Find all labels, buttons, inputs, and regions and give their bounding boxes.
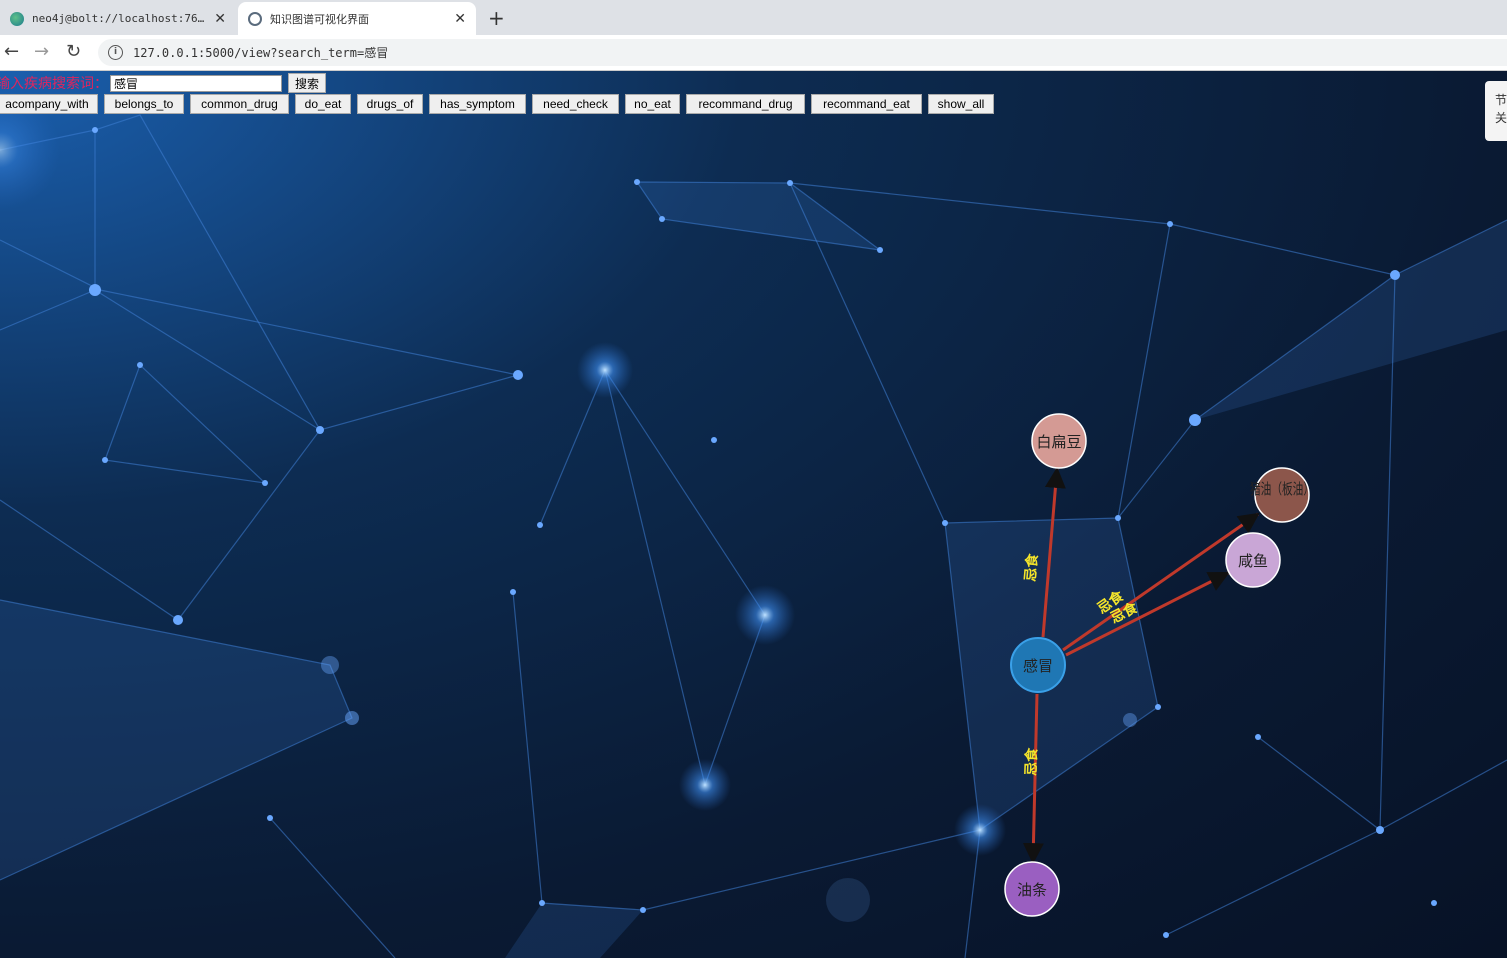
node-label: 油条	[1017, 881, 1047, 899]
neo4j-favicon-icon	[10, 11, 24, 26]
forward-arrow-icon[interactable]: →	[34, 41, 49, 62]
edge-to-zhuyou[interactable]	[1062, 512, 1260, 652]
graph-node-baibiandou[interactable]: 白扁豆	[1031, 413, 1087, 469]
node-label: 咸鱼	[1238, 552, 1268, 570]
edge-label: 忌食	[1022, 552, 1041, 582]
info-icon[interactable]: i	[108, 45, 123, 60]
graph-node-xianyu[interactable]: 咸鱼	[1225, 532, 1281, 588]
tab-neo4j[interactable]: neo4j@bolt://localhost:7687 - ✕	[0, 2, 236, 35]
close-icon[interactable]: ✕	[454, 11, 466, 27]
node-label: 白扁豆	[1036, 433, 1081, 451]
graph-nodes: 白扁豆 猪油（板油） 咸鱼 油条 感冒	[1004, 413, 1314, 917]
tab-title: 知识图谱可视化界面	[270, 12, 369, 26]
edge-label: 忌食	[1023, 747, 1041, 777]
edge-to-xianyu[interactable]	[1065, 571, 1230, 657]
back-arrow-icon[interactable]: ←	[4, 41, 19, 62]
edge-to-youtiao[interactable]	[1022, 693, 1044, 865]
graph-node-youtiao[interactable]: 油条	[1004, 861, 1060, 917]
reload-icon[interactable]: ↻	[66, 41, 81, 62]
url-field[interactable]: i 127.0.0.1:5000/view?search_term=感冒	[98, 39, 1507, 66]
edge-to-baibiandou[interactable]	[1041, 466, 1066, 638]
new-tab-icon[interactable]: +	[488, 6, 505, 30]
close-icon[interactable]: ✕	[214, 11, 226, 27]
globe-favicon-icon	[248, 11, 262, 26]
tab-title: neo4j@bolt://localhost:7687 -	[32, 12, 209, 25]
graph-edges	[1022, 466, 1260, 865]
page-canvas: 输入疾病搜索词： 搜索 acompany_with belongs_to com…	[0, 71, 1507, 958]
address-bar: ← → ↻ i 127.0.0.1:5000/view?search_term=…	[0, 35, 1507, 71]
url-text: 127.0.0.1:5000/view?search_term=感冒	[133, 46, 389, 60]
knowledge-graph[interactable]: 忌食 忌食 忌食 忌食 白扁豆 猪油（板油） 咸鱼 油条 感冒	[0, 71, 1507, 958]
graph-node-ganmao[interactable]: 感冒	[1010, 637, 1066, 693]
tab-bar: neo4j@bolt://localhost:7687 - ✕ 知识图谱可视化界…	[0, 0, 1507, 35]
tab-kg-view[interactable]: 知识图谱可视化界面 ✕	[238, 2, 476, 35]
graph-node-zhuyou[interactable]: 猪油（板油）	[1250, 467, 1314, 523]
node-label: 感冒	[1023, 657, 1053, 675]
node-label: 猪油（板油）	[1250, 480, 1314, 498]
